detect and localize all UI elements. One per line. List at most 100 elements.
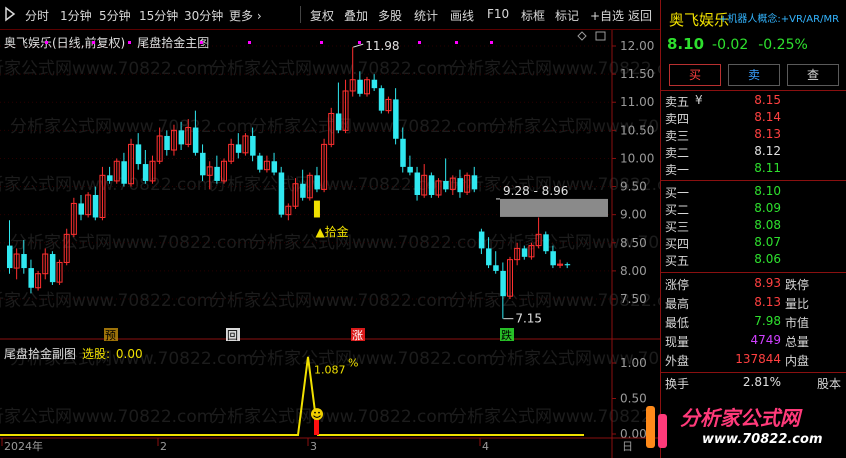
turnover-label: 换手 <box>665 377 690 391</box>
query-button[interactable]: 查 <box>787 64 839 86</box>
stat-row: 现量 4749 总量 <box>665 333 846 349</box>
divider <box>661 372 846 373</box>
buy-button[interactable]: 买 <box>669 64 721 86</box>
tab-5min[interactable]: 5分钟 <box>99 7 131 24</box>
x-tick-label: 3 <box>310 440 317 453</box>
marker-dot <box>45 41 48 44</box>
marker-dot <box>128 41 131 44</box>
concept-tags[interactable]: +机器人概念:+VR/AR/MR <box>719 10 845 25</box>
candle-body <box>543 234 549 252</box>
min-label: 7.15 <box>515 312 542 326</box>
watermark-text: 分析家公式网www.70822.com <box>210 407 453 427</box>
marker-dot <box>418 41 421 44</box>
ask-row-label: 卖四 <box>665 112 690 126</box>
y-tick-label: 11.50 <box>620 67 654 81</box>
ask-row-price: 8.12 <box>754 144 781 158</box>
stat-row: 涨停 8.93 跌停 <box>665 276 846 292</box>
candle-body <box>7 245 13 269</box>
brand-logo-icon <box>646 406 667 448</box>
signal-candle <box>313 200 320 218</box>
menu-icon[interactable] <box>4 6 18 25</box>
watermark-text: 分析家公式网www.70822.com <box>0 175 213 195</box>
x-tick-label: 4 <box>482 440 489 453</box>
mark-box-button[interactable]: 标框 <box>521 7 545 24</box>
ask-row[interactable]: 卖四 8.14 <box>665 110 835 126</box>
statistics-button[interactable]: 统计 <box>414 7 438 24</box>
sub-indicator-label[interactable]: 尾盘拾金副图 <box>4 347 76 361</box>
watermark-text: 分析家公式网www.70822.com <box>450 407 660 427</box>
back-button[interactable]: 返回 <box>628 7 652 24</box>
y-tick-label: 10.50 <box>620 123 654 137</box>
watermark-text: 分析家公式网www.70822.com <box>0 59 213 79</box>
candle-body <box>471 175 478 190</box>
candle-body <box>500 270 506 297</box>
ask-row[interactable]: 卖五 ¥8.15 <box>665 93 835 109</box>
bid-row[interactable]: 买二 8.09 <box>665 201 835 217</box>
y-tick-label: 8.50 <box>620 236 647 250</box>
ask-row[interactable]: 卖二 8.12 <box>665 144 835 160</box>
tab-more[interactable]: 更多 › <box>229 7 262 24</box>
candle-body <box>486 248 492 266</box>
brand-name: 分析家公式网 <box>680 406 800 430</box>
bid-row[interactable]: 买三 8.08 <box>665 218 835 234</box>
stat-value: 4749 <box>750 333 781 347</box>
ask-row[interactable]: 卖三 8.13 <box>665 127 835 143</box>
bid-row-price: 8.09 <box>754 201 781 215</box>
smiley-icon <box>311 408 323 421</box>
diamond-icon <box>577 31 587 41</box>
ask-row-label: 卖五 <box>665 95 690 109</box>
bid-row-label: 买四 <box>665 237 690 251</box>
candle-body <box>457 178 463 193</box>
watermark-text: 分析家公式网www.70822.com <box>210 59 453 79</box>
tab-15min[interactable]: 15分钟 <box>139 7 178 24</box>
ask-row[interactable]: 卖一 8.11 <box>665 161 835 177</box>
stat-label: 外盘 <box>665 354 690 368</box>
sell-button[interactable]: 卖 <box>728 64 780 86</box>
draw-line-button[interactable]: 画线 <box>450 7 474 24</box>
multi-stock-button[interactable]: 多股 <box>378 7 402 24</box>
kline-chart[interactable]: 分析家公式网www.70822.com分析家公式网www.70822.com分析… <box>0 30 660 458</box>
bid-row[interactable]: 买四 8.07 <box>665 235 835 251</box>
stat-row: 最低 7.98 市值 <box>665 314 846 330</box>
y-tick-label: 9.00 <box>620 208 647 222</box>
candle-body <box>314 175 320 190</box>
bid-row[interactable]: 买五 8.06 <box>665 252 835 268</box>
f10-button[interactable]: F10 <box>487 7 509 21</box>
tab-30min[interactable]: 30分钟 <box>184 7 223 24</box>
sub-peak-label: 1.087 <box>314 364 346 377</box>
signal-label: ▲拾金 <box>315 224 348 239</box>
mark-button[interactable]: 标记 <box>555 7 579 24</box>
divider <box>661 90 846 91</box>
candle-body <box>78 203 84 215</box>
stat-label-2: 总量 <box>784 335 809 349</box>
overlay-button[interactable]: 叠加 <box>344 7 368 24</box>
bid-row[interactable]: 买一 8.10 <box>665 184 835 200</box>
price-change: -0.02 <box>712 37 749 53</box>
adjust-button[interactable]: 复权 <box>310 7 334 24</box>
candle-body <box>164 135 170 151</box>
bid-row-label: 买二 <box>665 203 690 217</box>
add-watchlist-button[interactable]: +自选 <box>590 7 624 24</box>
stat-value: 8.13 <box>754 295 781 309</box>
marker-dot <box>490 41 493 44</box>
candle-body <box>443 180 449 190</box>
stat-value: 7.98 <box>754 314 781 328</box>
y-tick-label: 12.00 <box>620 39 654 53</box>
candle-body <box>107 175 113 181</box>
candle-body <box>335 113 342 131</box>
candle-body <box>493 265 499 271</box>
stat-value: 137844 <box>735 352 781 366</box>
bid-row-price: 8.08 <box>754 218 781 232</box>
candle-body <box>21 254 27 269</box>
signal-badge-label: 跌 <box>501 328 512 342</box>
sub-peak-unit: % <box>348 357 358 370</box>
tab-more-label: 更多 <box>229 9 254 23</box>
turnover-value: 2.81% <box>742 375 781 389</box>
tab-intraday[interactable]: 分时 <box>25 7 49 24</box>
ask-row-label: 卖一 <box>665 163 690 177</box>
price-change-pct: -0.25% <box>758 37 808 53</box>
tab-1min[interactable]: 1分钟 <box>60 7 92 24</box>
stat-label: 最高 <box>665 297 690 311</box>
candle-body <box>271 161 278 173</box>
ask-row-price: 8.13 <box>754 127 781 141</box>
